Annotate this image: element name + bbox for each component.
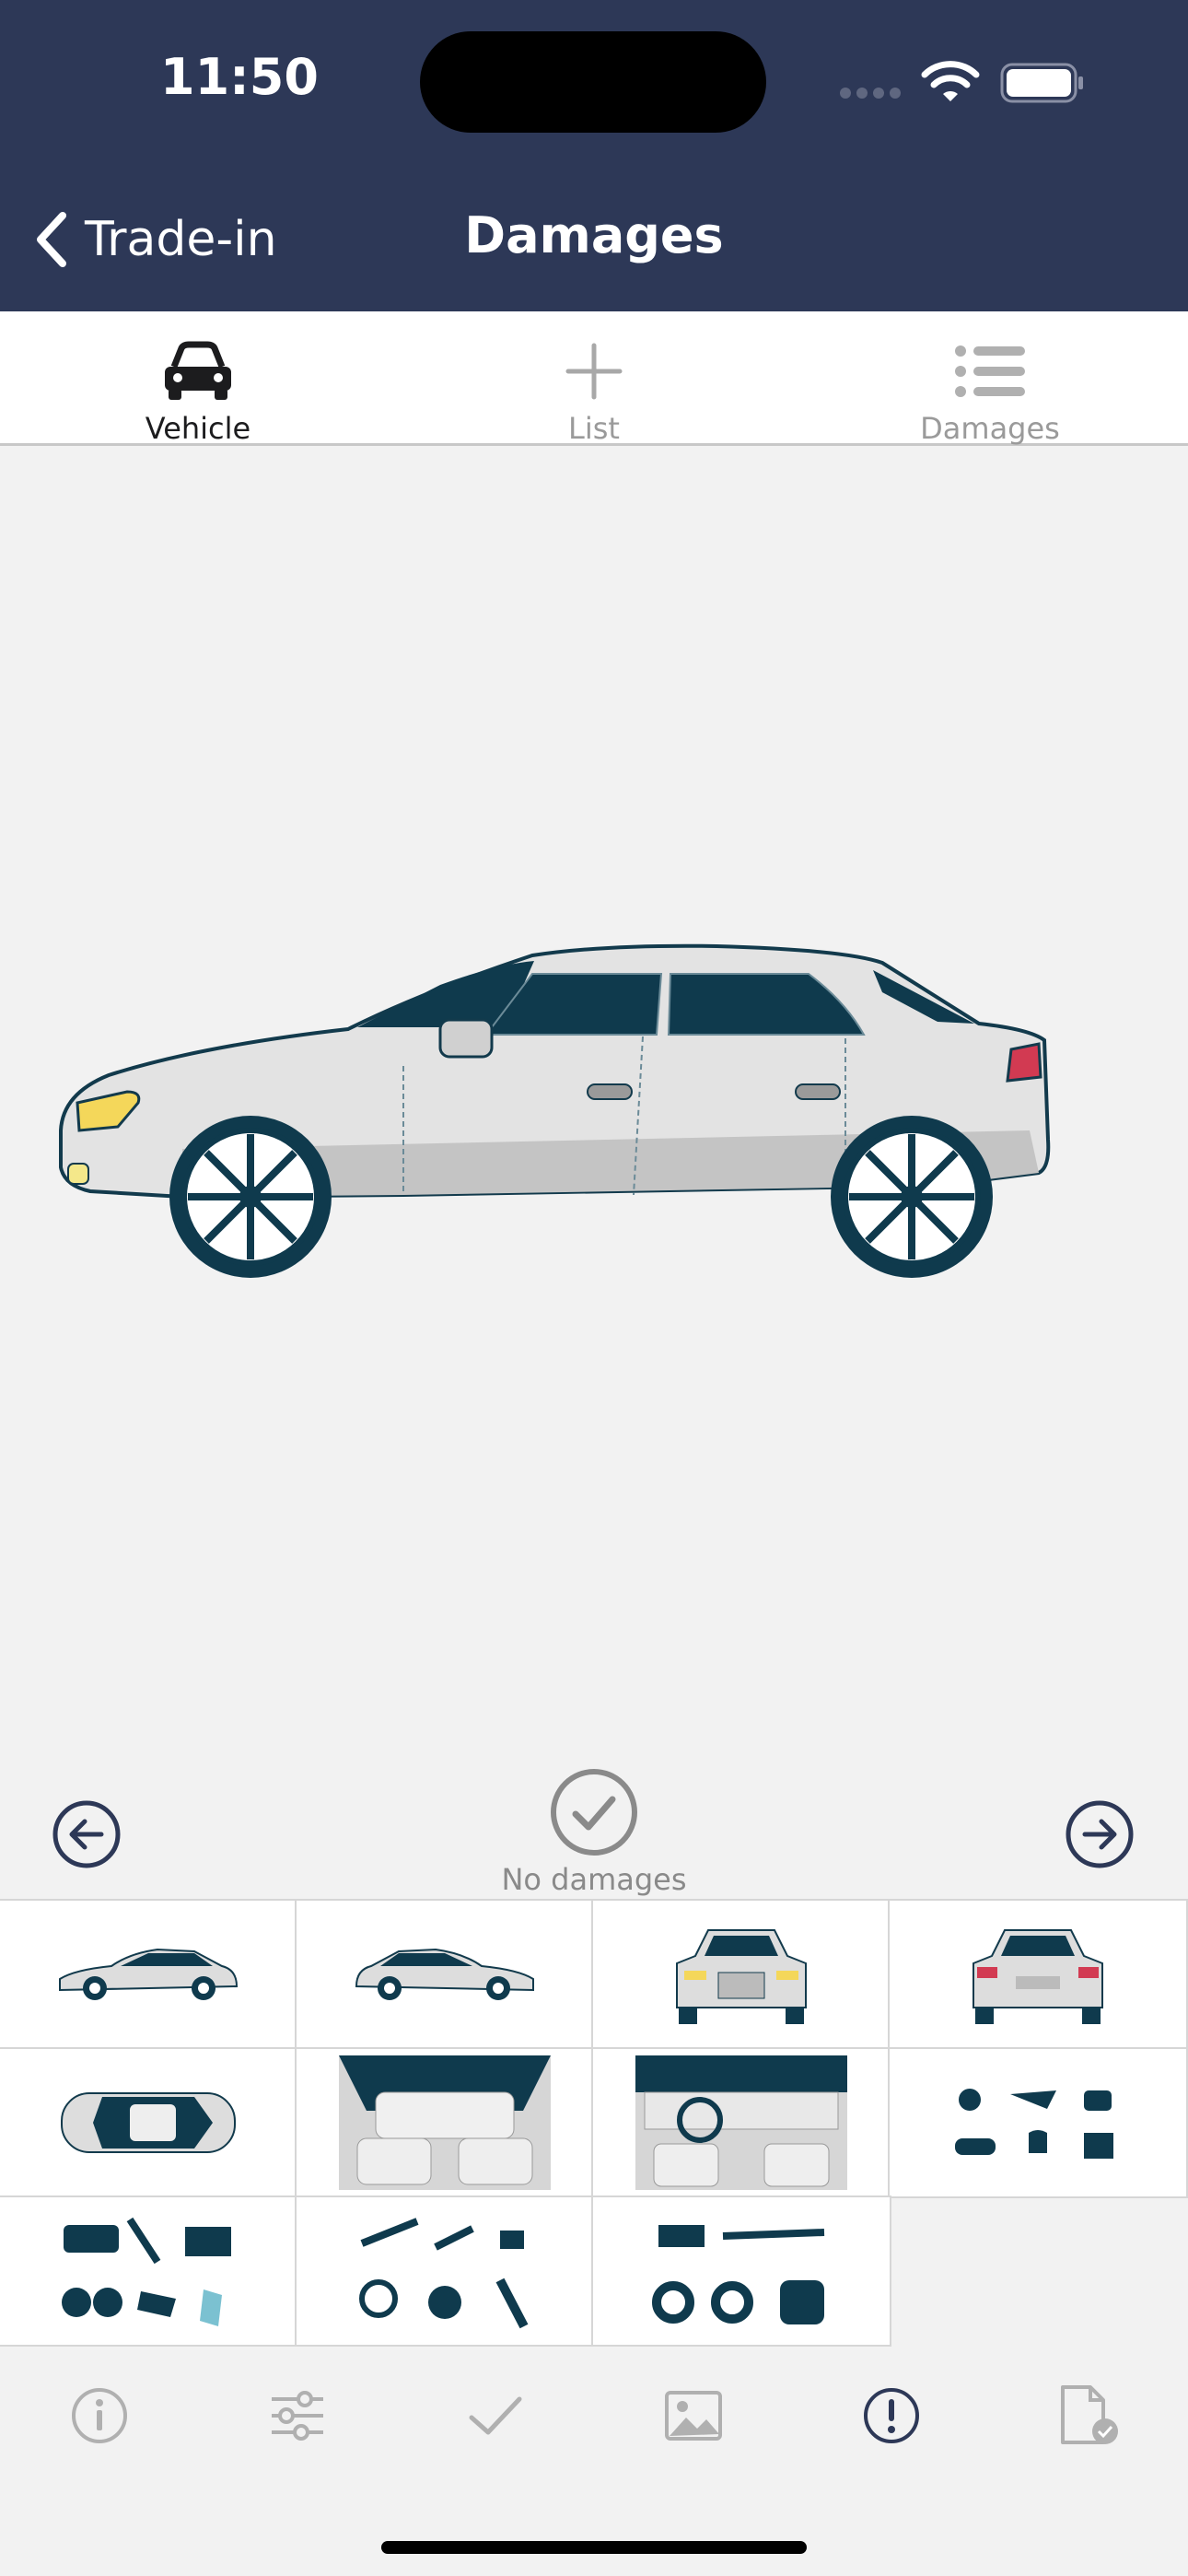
home-indicator [381, 2541, 807, 2554]
tab-damages[interactable]: Damages [792, 311, 1188, 446]
tab-label: List [568, 411, 620, 446]
drivetrain-parts-thumbnail[interactable] [591, 2195, 891, 2347]
view-thumbnail-grid [0, 1899, 1188, 2347]
car-rear-thumbnail[interactable] [888, 1899, 1188, 2050]
app-screen: 11:50 Trade-in Damages Vehicle List Dama… [0, 0, 1188, 2576]
mechanical-parts-thumbnail[interactable] [0, 2195, 298, 2347]
document-check-icon [1060, 2385, 1118, 2444]
tab-label: Vehicle [145, 411, 251, 446]
exclamation-circle-icon [863, 2388, 919, 2443]
toolbar-info[interactable] [0, 2365, 198, 2466]
tab-vehicle[interactable]: Vehicle [0, 311, 396, 446]
back-button[interactable]: Trade-in [33, 203, 277, 276]
car-side-right-thumbnail[interactable] [295, 1899, 595, 2050]
info-icon [71, 2388, 127, 2443]
battery-icon [1000, 63, 1083, 103]
interior-rear-thumbnail[interactable] [295, 2047, 595, 2198]
interior-dashboard-thumbnail[interactable] [591, 2047, 891, 2198]
dynamic-island [420, 31, 766, 133]
checkmark-icon [469, 2396, 521, 2435]
car-side-view[interactable] [53, 937, 1131, 1370]
arrow-left-circle-icon[interactable] [52, 1799, 122, 1869]
nav-header: 11:50 Trade-in Damages [0, 0, 1188, 311]
suspension-parts-thumbnail[interactable] [295, 2195, 595, 2347]
plus-icon [565, 343, 623, 400]
toolbar-settings[interactable] [198, 2365, 396, 2466]
segmented-tab-bar: Vehicle List Damages [0, 311, 1188, 446]
image-icon [664, 2391, 722, 2441]
wifi-icon [921, 61, 980, 101]
tab-label: Damages [920, 411, 1060, 446]
signal-icon [840, 87, 906, 103]
chevron-left-icon [37, 212, 66, 267]
list-icon [955, 345, 1025, 397]
no-damages-button[interactable]: No damages [460, 1766, 728, 1897]
toolbar-damages[interactable] [792, 2365, 990, 2466]
toolbar-photos[interactable] [594, 2365, 792, 2466]
toolbar-document[interactable] [990, 2365, 1188, 2466]
car-side-left-thumbnail[interactable] [0, 1899, 298, 2050]
car-front-thumbnail[interactable] [591, 1899, 891, 2050]
back-label: Trade-in [85, 212, 277, 267]
toolbar-check[interactable] [396, 2365, 594, 2466]
engine-parts-thumbnail[interactable] [888, 2047, 1188, 2198]
vehicle-viewer: No damages [0, 449, 1188, 1901]
no-damages-label: No damages [501, 1862, 687, 1897]
tab-list[interactable]: List [396, 311, 792, 446]
sliders-icon [271, 2391, 323, 2441]
checkmark-circle-icon [551, 1769, 637, 1856]
status-time: 11:50 [160, 48, 319, 106]
car-icon [165, 341, 231, 400]
arrow-right-circle-icon[interactable] [1065, 1799, 1135, 1869]
car-top-thumbnail[interactable] [0, 2047, 298, 2198]
